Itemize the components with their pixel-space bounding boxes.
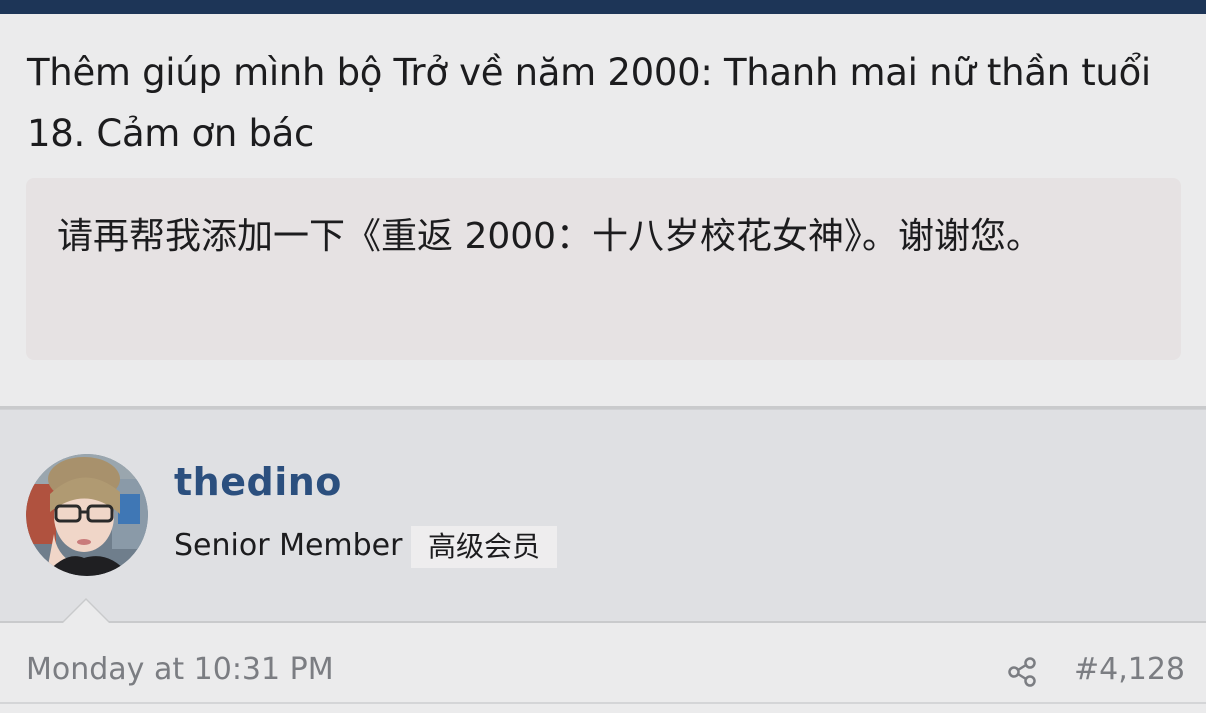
- user-badge: 高级会员: [411, 526, 558, 568]
- post-date[interactable]: Monday at 10:31 PM: [26, 652, 334, 687]
- top-nav-bar: [0, 0, 1206, 14]
- post-message: Thêm giúp mình bộ Trở về năm 2000: Thanh…: [27, 51, 1151, 155]
- footer-bottom-divider: [0, 702, 1206, 704]
- share-icon[interactable]: [1006, 656, 1038, 688]
- post-body: Thêm giúp mình bộ Trở về năm 2000: Thanh…: [0, 14, 1206, 407]
- user-title: Senior Member: [174, 528, 403, 563]
- avatar[interactable]: [26, 454, 148, 576]
- quote-text: 请再帮我添加一下《重返 2000：十八岁校花女神》。谢谢您。: [57, 216, 1043, 257]
- post-footer: Monday at 10:31 PM #4,128: [0, 623, 1206, 713]
- quote-block: 请再帮我添加一下《重返 2000：十八岁校花女神》。谢谢您。: [26, 178, 1181, 360]
- avatar-image: [26, 454, 148, 576]
- post-number-link[interactable]: #4,128: [1074, 652, 1185, 687]
- author-block: thedino Senior Member 高级会员: [0, 409, 1206, 622]
- username-link[interactable]: thedino: [174, 460, 342, 504]
- pointer-arrow-fill: [63, 600, 109, 623]
